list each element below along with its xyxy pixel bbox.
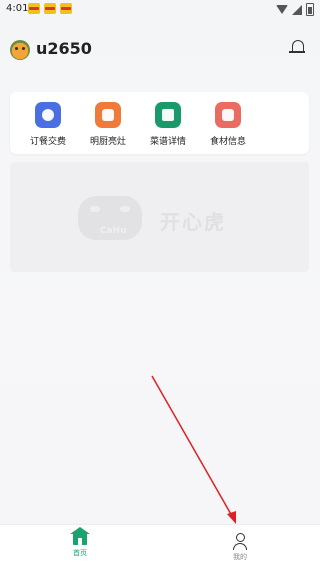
tab-bar: 首页 我的 bbox=[0, 524, 320, 569]
tab-profile[interactable]: 我的 bbox=[210, 533, 270, 562]
menu-item-label: 菜谱详情 bbox=[149, 137, 186, 147]
tiger-logo-icon: CaHu bbox=[78, 196, 142, 240]
banner[interactable]: CaHu 开心虎 bbox=[10, 162, 309, 272]
menu-item-recipe[interactable]: 菜谱详情 bbox=[140, 102, 196, 152]
logo-text: CaHu bbox=[100, 226, 127, 236]
menu-item-kitchen[interactable]: 明厨亮灶 bbox=[80, 102, 136, 152]
person-icon bbox=[232, 533, 248, 550]
payment-icon bbox=[35, 102, 61, 128]
home-icon bbox=[70, 527, 90, 545]
notification-app-icon bbox=[60, 3, 72, 14]
banner-brand: 开心虎 bbox=[160, 210, 226, 234]
status-bar: 4:01 bbox=[0, 0, 320, 18]
tab-home-label: 首页 bbox=[73, 549, 87, 557]
annotation-arrow bbox=[151, 375, 236, 524]
menu-item-ordering[interactable]: 订餐交费 bbox=[20, 102, 76, 152]
battery-icon bbox=[306, 3, 314, 16]
menu-item-ingredients[interactable]: 食材信息 bbox=[200, 102, 256, 152]
username: u2650 bbox=[36, 39, 92, 58]
recipe-icon bbox=[155, 102, 181, 128]
menu-item-label: 食材信息 bbox=[209, 137, 246, 147]
ingredient-icon bbox=[215, 102, 241, 128]
status-time: 4:01 bbox=[6, 3, 29, 14]
notification-app-icon bbox=[44, 3, 56, 14]
wifi-icon bbox=[276, 5, 288, 14]
bell-icon[interactable] bbox=[289, 40, 305, 53]
play-icon bbox=[95, 102, 121, 128]
menu-item-label: 订餐交费 bbox=[29, 137, 66, 147]
signal-icon bbox=[292, 4, 302, 15]
quick-menu-card: 订餐交费 明厨亮灶 菜谱详情 食材信息 bbox=[10, 92, 309, 154]
avatar[interactable] bbox=[10, 40, 30, 60]
notification-app-icon bbox=[28, 3, 40, 14]
tab-home[interactable]: 首页 bbox=[50, 527, 110, 558]
status-indicators bbox=[276, 3, 314, 16]
tab-profile-label: 我的 bbox=[233, 553, 247, 561]
header: u2650 bbox=[0, 30, 320, 70]
menu-item-label: 明厨亮灶 bbox=[89, 137, 126, 147]
